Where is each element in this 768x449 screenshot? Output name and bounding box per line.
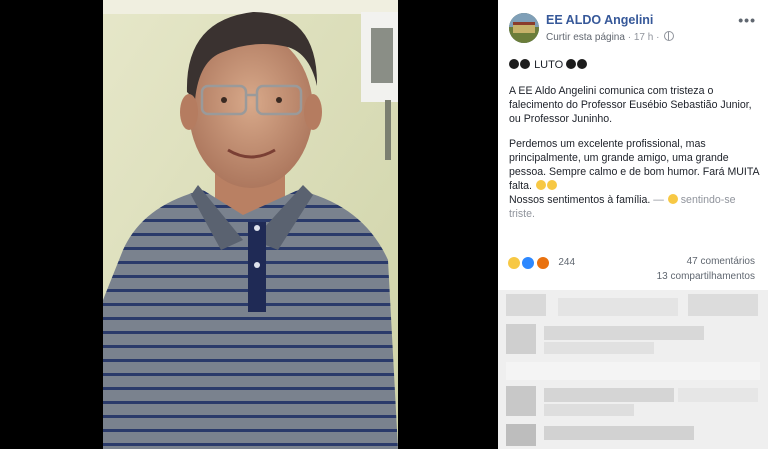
- post-paragraph-2: Perdemos um excelente profissional, mas …: [509, 137, 761, 221]
- photo-viewer: [0, 0, 498, 449]
- more-options-icon[interactable]: •••: [738, 12, 756, 28]
- pixelated-blur: [498, 290, 768, 449]
- post-header: EE ALDO Angelini Curtir esta página · 17…: [498, 0, 768, 48]
- post-body: LUTO A EE Aldo Angelini comunica com tri…: [509, 58, 761, 232]
- black-circle-icon: [577, 59, 588, 69]
- luto-label: LUTO: [534, 59, 564, 71]
- post-time[interactable]: 17 h: [634, 32, 653, 43]
- reactions-summary[interactable]: 244: [507, 254, 576, 270]
- reaction-count: 244: [558, 257, 576, 269]
- shares-count-link[interactable]: 13 compartilhamentos: [657, 271, 755, 282]
- post-paragraph-2-line-2: Nossos sentimentos à família.: [509, 194, 651, 206]
- meta-separator-2: ·: [656, 32, 660, 43]
- school-building-icon: [509, 13, 539, 43]
- post-paragraph-1: A EE Aldo Angelini comunica com tristeza…: [509, 85, 752, 125]
- post-meta: Curtir esta página · 17 h ·: [546, 31, 675, 43]
- angry-reaction-icon: [535, 255, 550, 270]
- page-avatar[interactable]: [509, 13, 539, 43]
- blurred-comments-area: [498, 290, 768, 449]
- comments-count-link[interactable]: 47 comentários: [687, 256, 755, 267]
- crying-emoji-icon: [546, 180, 557, 190]
- sad-emoji-icon: [535, 180, 546, 190]
- like-reaction-icon: [521, 255, 536, 270]
- meta-separator: ·: [627, 32, 632, 43]
- black-circle-icon: [509, 59, 519, 69]
- black-circle-icon: [520, 59, 530, 69]
- black-circle-icon: [566, 59, 577, 69]
- photo-portrait: [103, 0, 398, 449]
- globe-icon: [664, 31, 675, 41]
- page-name[interactable]: EE ALDO Angelini: [546, 13, 653, 27]
- post-photo[interactable]: [103, 0, 398, 449]
- luto-line: LUTO: [509, 58, 761, 72]
- sad-face-icon: [667, 194, 678, 204]
- post-panel: EE ALDO Angelini Curtir esta página · 17…: [498, 0, 768, 449]
- like-page-link[interactable]: Curtir esta página: [546, 32, 625, 43]
- feeling-separator: —: [650, 194, 667, 206]
- sad-reaction-icon: [507, 255, 521, 270]
